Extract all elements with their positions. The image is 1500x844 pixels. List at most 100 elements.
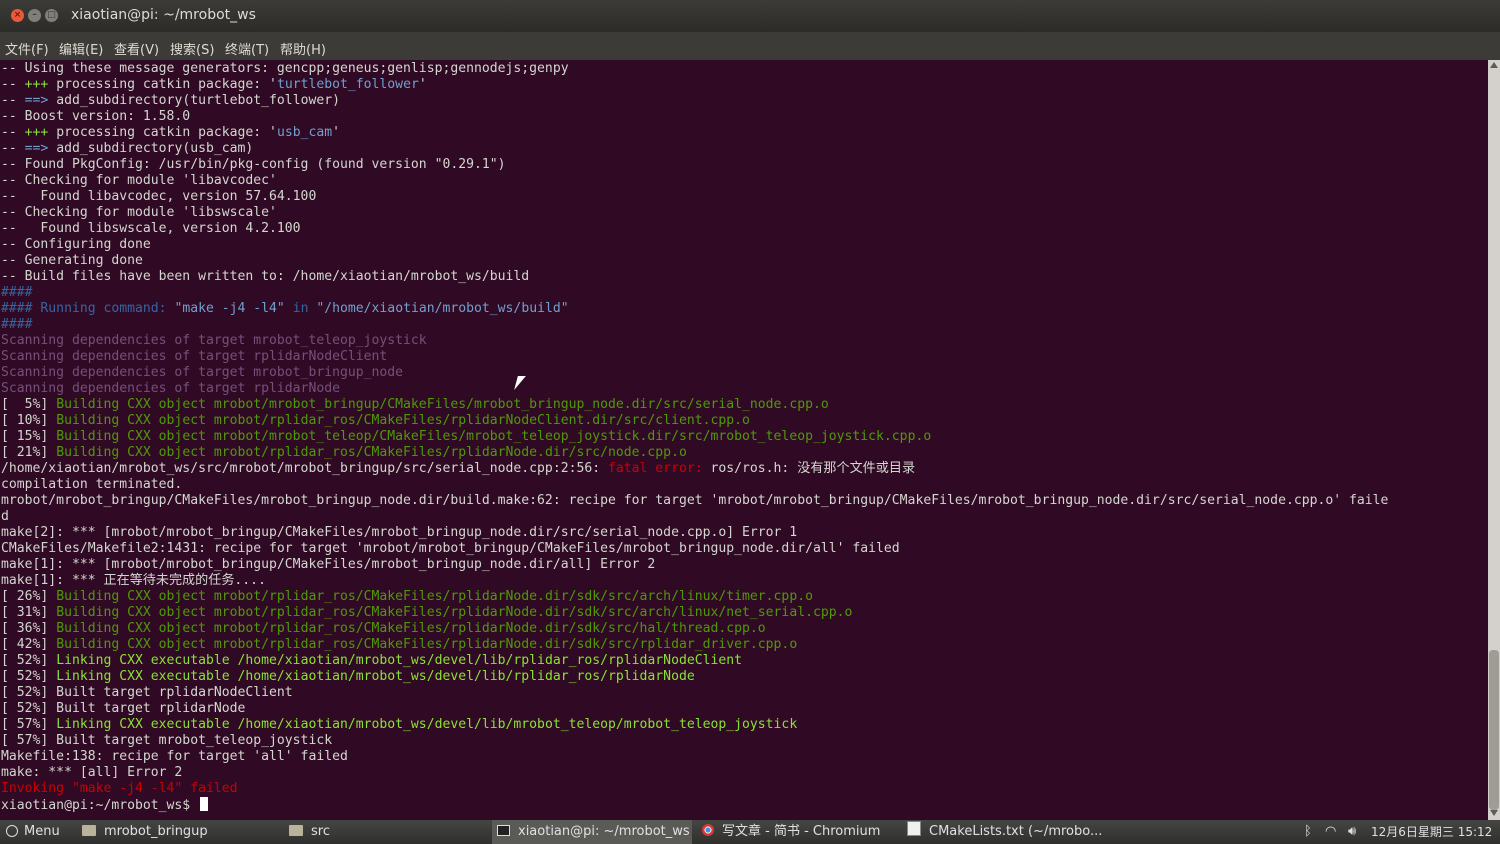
terminal-text: +++ [24,125,49,140]
terminal-text: -- [1,141,25,156]
terminal-line: -- Boost version: 1.58.0 [1,109,190,125]
terminal-line: [ 52%] Linking CXX executable /home/xiao… [1,669,695,685]
scroll-down-arrow-icon[interactable] [1490,810,1498,816]
terminal-icon [497,825,510,836]
terminal-line: [ 21%] Building CXX object mrobot/rplida… [1,445,687,461]
taskbar-item-cmakelists[interactable]: CMakeLists.txt (~/mrobo... [907,820,1103,844]
terminal-line: -- Build files have been written to: /ho… [1,269,529,285]
terminal-line: Invoking "make -j4 -l4" failed [1,781,238,797]
terminal-text: Scanning dependencies of target mrobot_b… [1,365,404,380]
terminal-line: [ 26%] Building CXX object mrobot/rplida… [1,589,813,605]
terminal-text: ==> [24,141,49,156]
terminal-text: Linking CXX executable /home/xiaotian/mr… [56,653,743,668]
terminal-line: [ 52%] Built target rplidarNode [1,701,245,717]
terminal-text: add_subdirectory(usb_cam) [48,141,254,156]
maximize-window-button[interactable]: □ [45,9,58,22]
terminal-line: Scanning dependencies of target mrobot_b… [1,365,403,381]
terminal-text: -- Build files have been written to: /ho… [1,269,530,284]
shell-prompt[interactable]: xiaotian@pi:~/mrobot_ws$ [1,797,209,813]
terminal-line: -- +++ processing catkin package: 'turtl… [1,77,427,93]
terminal-line: Makefile:138: recipe for target 'all' fa… [1,749,348,765]
terminal-line: -- Checking for module 'libavcodec' [1,173,277,189]
menu-file[interactable]: 文件(F) [5,39,49,58]
terminal-line: d [1,509,9,525]
terminal-text: [ 57%] [1,717,57,732]
terminal-text: -- [1,93,25,108]
terminal-line: CMakeFiles/Makefile2:1431: recipe for ta… [1,541,900,557]
terminal-text: -- Boost version: 1.58.0 [1,109,191,124]
folder-icon [289,825,303,836]
terminal-text: fatal error: [608,461,711,476]
terminal-text: ==> [24,93,49,108]
window-title: xiaotian@pi: ~/mrobot_ws [71,7,256,23]
terminal-text: -- [1,77,25,92]
terminal-text: make[1]: *** [mrobot/mrobot_bringup/CMak… [1,557,656,572]
terminal-text: #### Running command: [1,301,175,316]
menu-edit[interactable]: 编辑(E) [59,39,103,58]
terminal-text: [ 52%] [1,669,57,684]
menu-logo-icon [6,825,18,837]
terminal-text: [ 52%] Built target rplidarNode [1,701,246,716]
terminal-line: [ 31%] Building CXX object mrobot/rplida… [1,605,852,621]
clock[interactable]: 12月6日星期三 15:12 [1371,820,1492,844]
terminal-line: make[1]: *** 正在等待未完成的任务.... [1,573,266,589]
terminal-text: Scanning dependencies of target rplidarN… [1,381,340,396]
terminal-text: [ 36%] [1,621,57,636]
menu-view[interactable]: 查看(V) [114,39,159,58]
terminal-text: [ 31%] [1,605,57,620]
terminal-text: Building CXX object mrobot/rplidar_ros/C… [56,621,766,636]
title-bar: × – □ xiaotian@pi: ~/mrobot_ws [0,0,1500,32]
terminal-text: ros/ros.h: 没有那个文件或目录 [710,461,916,476]
menu-search[interactable]: 搜索(S) [170,39,214,58]
terminal-text: Linking CXX executable /home/xiaotian/mr… [56,717,798,732]
terminal-text: #### [1,285,33,300]
minimize-window-button[interactable]: – [28,9,41,22]
terminal-line: compilation terminated. [1,477,182,493]
terminal-text: compilation terminated. [1,477,183,492]
terminal-text: processing catkin package: ' [48,125,277,140]
taskbar-item-label: src [311,824,330,839]
terminal-line: -- Found libswscale, version 4.2.100 [1,221,301,237]
terminal-scrollbar[interactable] [1488,60,1500,820]
taskbar-menu-label: Menu [24,824,60,839]
terminal-line: -- Found libavcodec, version 57.64.100 [1,189,316,205]
terminal-line: #### [1,317,33,333]
terminal-line: [ 10%] Building CXX object mrobot/rplida… [1,413,750,429]
terminal-text: Building CXX object mrobot/rplidar_ros/C… [56,413,750,428]
taskbar-item-src[interactable]: src [289,820,485,844]
terminal-line: -- Generating done [1,253,143,269]
terminal-text: Invoking "make -j4 -l4" failed [1,781,238,796]
terminal-line: [ 42%] Building CXX object mrobot/rplida… [1,637,797,653]
close-window-button[interactable]: × [11,9,24,22]
taskbar-item-mrobot-bringup[interactable]: mrobot_bringup [82,820,278,844]
terminal-text: make[2]: *** [mrobot/mrobot_bringup/CMak… [1,525,798,540]
terminal-line: /home/xiaotian/mrobot_ws/src/mrobot/mrob… [1,461,915,477]
bluetooth-icon[interactable]: ᛒ [1304,824,1312,840]
taskbar-item-label: CMakeLists.txt (~/mrobo... [929,824,1103,839]
menu-terminal[interactable]: 终端(T) [225,39,269,58]
terminal-text: -- Configuring done [1,237,151,252]
terminal-line: [ 57%] Linking CXX executable /home/xiao… [1,717,797,733]
terminal-line: [ 5%] Building CXX object mrobot/mrobot_… [1,397,829,413]
terminal-text: -- Checking for module 'libavcodec' [1,173,277,188]
terminal-text: [ 42%] [1,637,57,652]
menu-help[interactable]: 帮助(H) [280,39,326,58]
taskbar-menu-button[interactable]: Menu [6,820,60,844]
terminal-text: Building CXX object mrobot/rplidar_ros/C… [56,445,687,460]
terminal-line: [ 52%] Built target rplidarNodeClient [1,685,293,701]
taskbar-item-chromium[interactable]: 写文章 - 简书 - Chromium [702,820,898,844]
chromium-icon [702,824,714,836]
terminal-text: usb_cam [276,125,333,140]
terminal-text: -- Found PkgConfig: /usr/bin/pkg-config … [1,157,506,172]
scrollbar-thumb[interactable] [1489,650,1499,810]
terminal-text: -- Found libswscale, version 4.2.100 [1,221,301,236]
terminal-output[interactable]: -- Using these message generators: gencp… [0,60,1488,820]
terminal-line: Scanning dependencies of target rplidarN… [1,381,340,397]
wifi-icon[interactable]: ◠ [1325,824,1336,840]
taskbar-item-terminal[interactable]: xiaotian@pi: ~/mrobot_ws [492,820,692,844]
text-editor-icon [907,821,921,836]
scroll-up-arrow-icon[interactable] [1490,62,1498,68]
volume-icon[interactable]: 🔊︎ [1348,824,1356,840]
terminal-text: [ 10%] [1,413,57,428]
terminal-text: [ 26%] [1,589,57,604]
